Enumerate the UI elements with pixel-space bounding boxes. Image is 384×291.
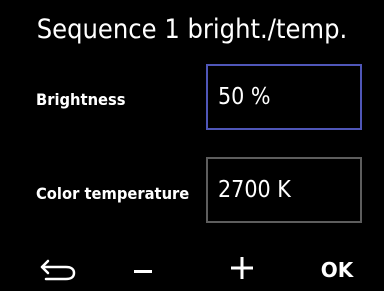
ok-button[interactable]: OK bbox=[310, 250, 364, 290]
brightness-label: Brightness bbox=[36, 90, 126, 109]
increase-button[interactable] bbox=[218, 250, 266, 290]
brightness-value: 50 % bbox=[218, 84, 271, 110]
back-button[interactable] bbox=[28, 250, 88, 290]
brightness-field[interactable]: 50 % bbox=[206, 64, 362, 130]
color-temperature-label: Color temperature bbox=[36, 184, 190, 203]
page-title: Sequence 1 bright./temp. bbox=[36, 14, 348, 45]
minus-icon bbox=[131, 261, 155, 280]
ok-label: OK bbox=[320, 258, 354, 282]
return-arrow-icon bbox=[36, 254, 80, 286]
plus-icon bbox=[227, 253, 257, 287]
color-temperature-value: 2700 K bbox=[218, 177, 291, 203]
decrease-button[interactable] bbox=[120, 250, 166, 290]
color-temperature-field[interactable]: 2700 K bbox=[206, 157, 362, 223]
